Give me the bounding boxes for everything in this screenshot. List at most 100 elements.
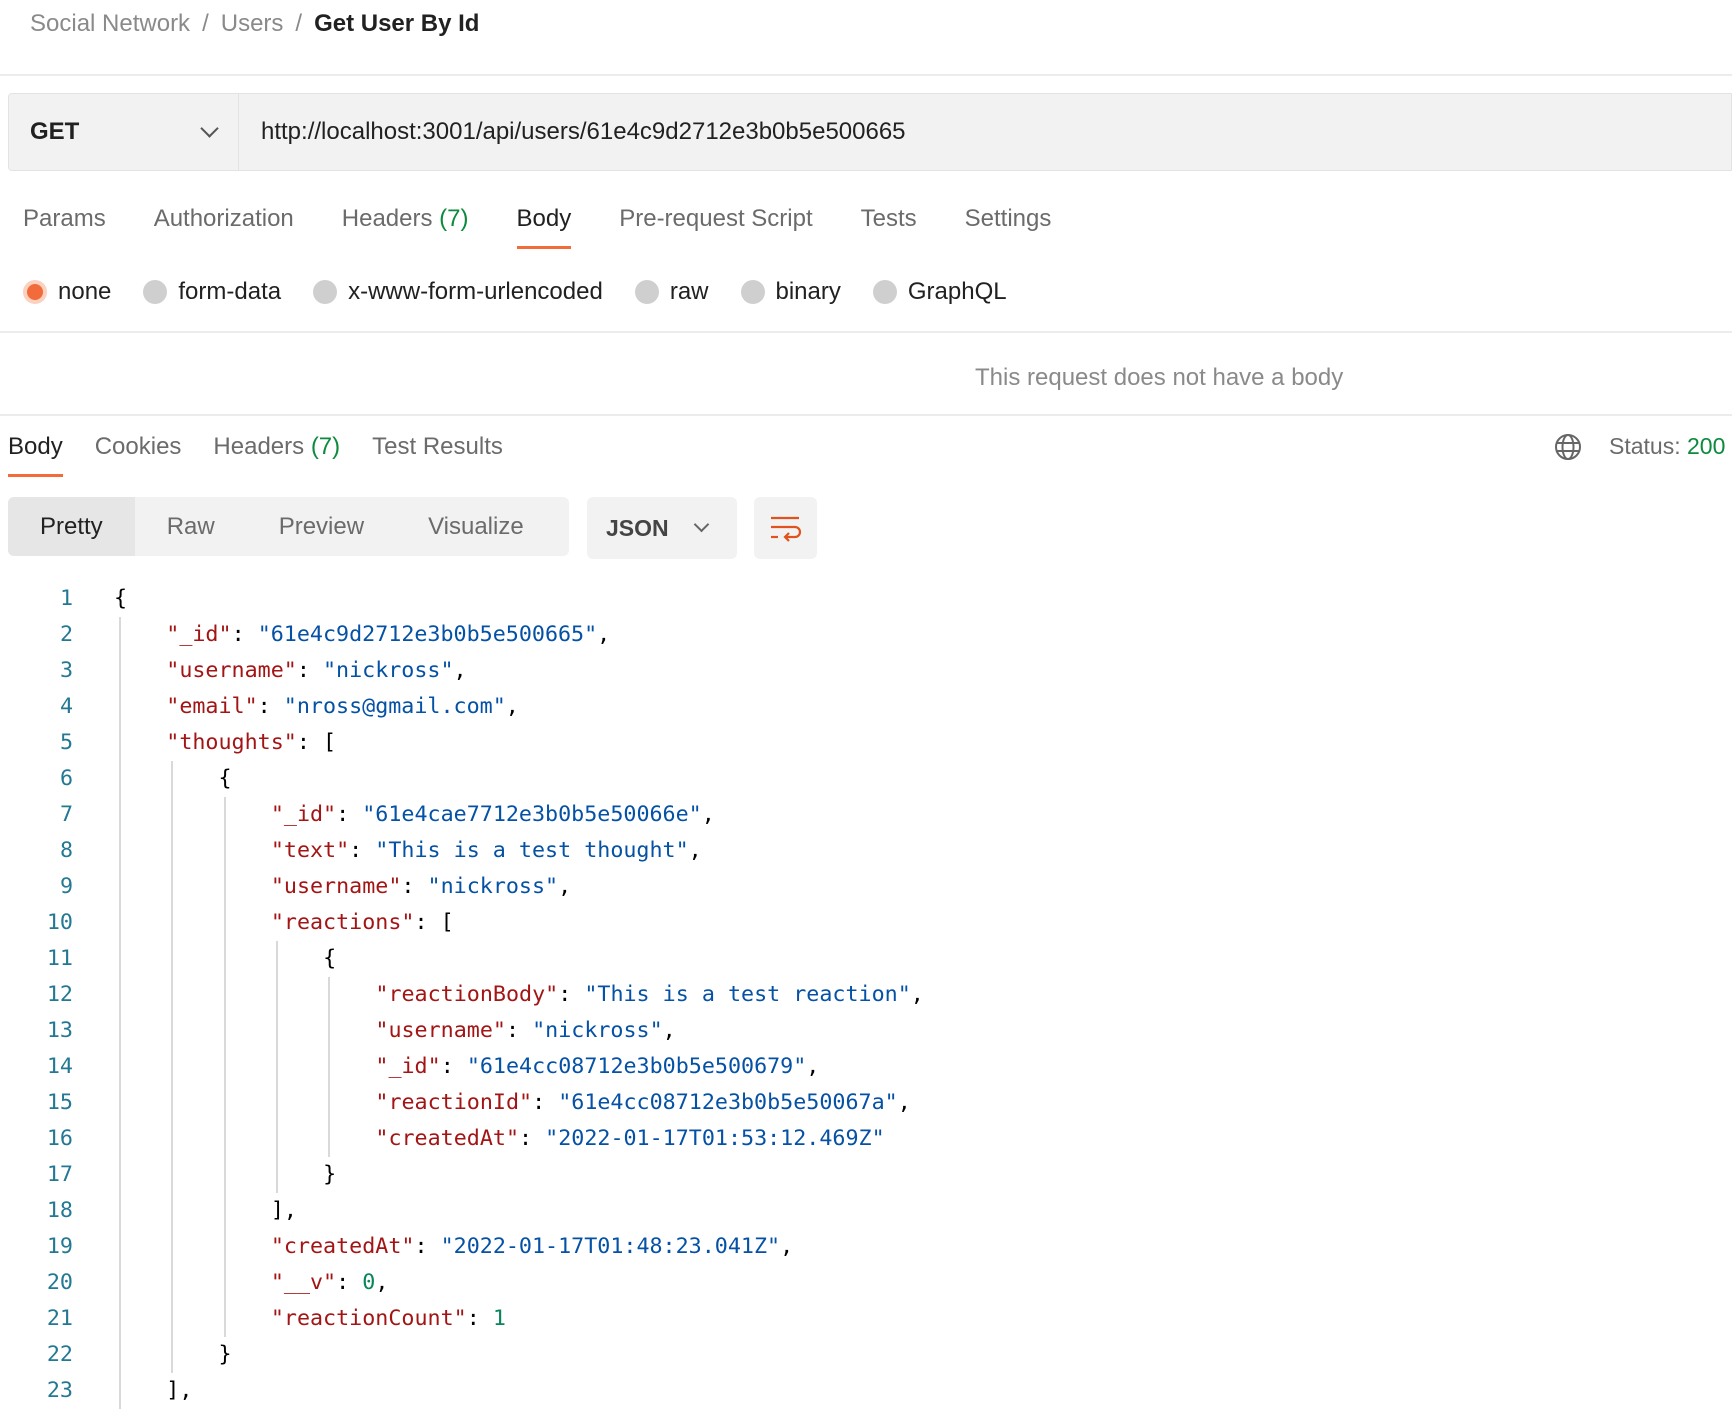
line-number: 7 <box>59 802 73 827</box>
status-label: Status: <box>1609 433 1681 459</box>
radio-button[interactable] <box>313 280 338 304</box>
json-string: "61e4cc08712e3b0b5e50067a" <box>558 1090 898 1115</box>
tab-label: Headers <box>213 433 305 460</box>
radio-label: raw <box>669 278 709 305</box>
view-mode-pretty[interactable]: Pretty <box>8 497 135 556</box>
tab-headers[interactable]: Headers (7) <box>342 205 469 233</box>
indent-guide <box>223 797 226 833</box>
response-tab-test-results[interactable]: Test Results <box>372 433 503 461</box>
view-mode-raw[interactable]: Raw <box>135 497 247 556</box>
radio-raw[interactable]: raw <box>634 278 709 306</box>
indent-guide <box>171 1157 174 1193</box>
json-punctuation: : <box>336 1270 363 1295</box>
json-punctuation: , <box>375 1270 389 1295</box>
url-input[interactable]: http://localhost:3001/api/users/61e4c9d2… <box>239 94 906 170</box>
response-tab-headers[interactable]: Headers (7) <box>213 433 340 461</box>
word-wrap-button[interactable] <box>754 497 817 559</box>
page-title[interactable]: Get User By Id <box>314 10 479 37</box>
tab-params[interactable]: Params <box>23 205 106 233</box>
json-punctuation: , <box>505 694 519 719</box>
indent-guide <box>171 977 174 1013</box>
breadcrumb: Social Network / Users / Get User By Id <box>30 10 479 38</box>
divider <box>0 414 1732 416</box>
view-mode-preview[interactable]: Preview <box>247 497 396 556</box>
indent-guide <box>171 1337 174 1373</box>
json-punctuation: , <box>897 1090 911 1115</box>
status-indicator[interactable]: Status: 200 <box>1609 433 1725 460</box>
code-text: "reactionCount": 1 <box>271 1301 506 1337</box>
indent-guide <box>223 977 226 1013</box>
code-text: } <box>323 1157 336 1193</box>
radio-graphql[interactable]: GraphQL <box>872 278 1007 306</box>
indent-guide <box>223 1193 226 1229</box>
tab-tests[interactable]: Tests <box>861 205 917 233</box>
indent-guide <box>119 725 121 761</box>
tab-settings[interactable]: Settings <box>965 205 1052 233</box>
response-tab-body[interactable]: Body <box>8 433 63 477</box>
tab-label: Settings <box>964 205 1052 232</box>
json-punctuation: : <box>519 1126 546 1151</box>
radio-binary[interactable]: binary <box>740 278 841 306</box>
indent-guide <box>119 833 121 869</box>
line-number: 16 <box>46 1126 73 1151</box>
indent-guide <box>171 869 174 905</box>
indent-guide <box>119 761 121 797</box>
code-text: "createdAt": "2022-01-17T01:48:23.041Z", <box>271 1229 793 1265</box>
json-string: "2022-01-17T01:53:12.469Z" <box>545 1126 885 1151</box>
code-text: ], <box>271 1193 297 1229</box>
chevron-down-icon <box>693 516 710 533</box>
radio-none[interactable]: none <box>23 278 111 306</box>
breadcrumb-social-network[interactable]: Social Network <box>30 10 190 37</box>
json-key: "reactionBody" <box>375 982 559 1007</box>
tab-label: Pre-request Script <box>619 205 813 232</box>
tab-pre-request-script[interactable]: Pre-request Script <box>619 205 812 233</box>
indent-guide <box>119 653 121 689</box>
line-number: 6 <box>59 766 73 791</box>
tab-authorization[interactable]: Authorization <box>154 205 294 233</box>
indent-guide <box>119 1121 121 1157</box>
view-mode-visualize[interactable]: Visualize <box>396 497 556 556</box>
indent-guide <box>223 1013 226 1049</box>
line-number: 14 <box>46 1054 73 1079</box>
radio-form-data[interactable]: form-data <box>143 278 281 306</box>
code-text: "_id": "61e4cae7712e3b0b5e50066e", <box>271 797 715 833</box>
json-punctuation: , <box>806 1054 820 1079</box>
indent-guide <box>119 1013 121 1049</box>
globe-icon[interactable] <box>1554 433 1582 461</box>
code-text: ], <box>166 1373 192 1409</box>
json-punctuation: : [ <box>414 910 454 935</box>
radio-button[interactable] <box>740 280 765 304</box>
json-punctuation: } <box>323 1162 337 1187</box>
indent-guide <box>171 1049 174 1085</box>
code-text: "username": "nickross", <box>375 1013 675 1049</box>
json-punctuation: { <box>218 766 232 791</box>
radio-x-www-form-urlencoded[interactable]: x-www-form-urlencoded <box>313 278 603 306</box>
divider <box>0 74 1732 76</box>
radio-button[interactable] <box>143 280 168 304</box>
radio-button[interactable] <box>634 280 659 304</box>
indent-guide <box>275 1013 278 1049</box>
json-punctuation: , <box>453 658 467 683</box>
json-key: "username" <box>166 658 297 683</box>
indent-guide <box>275 941 278 977</box>
indent-guide <box>119 941 121 977</box>
radio-button[interactable] <box>872 280 897 304</box>
code-text: } <box>219 1337 232 1373</box>
json-string: "nickross" <box>427 874 559 899</box>
response-tab-cookies[interactable]: Cookies <box>95 433 182 461</box>
indent-guide <box>328 1013 331 1049</box>
json-punctuation: , <box>780 1234 794 1259</box>
format-select[interactable]: JSON <box>587 497 737 559</box>
tab-body[interactable]: Body <box>516 205 571 249</box>
tab-count: (7) <box>310 433 341 460</box>
breadcrumb-users[interactable]: Users <box>221 10 284 37</box>
json-punctuation: : [ <box>296 730 337 755</box>
status-code: 200 <box>1687 433 1726 459</box>
indent-guide <box>223 1229 226 1265</box>
indent-guide <box>171 797 174 833</box>
method-select[interactable]: GET <box>9 94 239 170</box>
json-punctuation: : <box>296 658 323 683</box>
indent-guide <box>223 869 226 905</box>
radio-button[interactable] <box>23 280 47 304</box>
line-number: 4 <box>59 694 73 719</box>
